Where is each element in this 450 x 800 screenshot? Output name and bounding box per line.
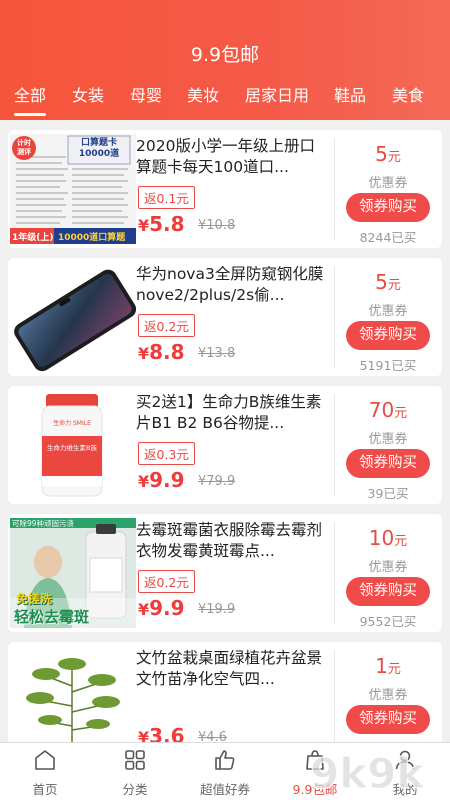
coupon-label: 优惠券 bbox=[368, 560, 408, 575]
tabbar-label: 分类 bbox=[122, 782, 148, 797]
product-card[interactable]: 可除99种顽固污渍 免搓洗 轻松去霉斑 去霉斑霉菌衣服除霉去霉剂衣物发霉黄斑霉点… bbox=[8, 514, 442, 632]
grid-icon bbox=[125, 750, 145, 770]
coupon-value: 70元 bbox=[368, 398, 408, 422]
thumb-banner: 10000道口算题 bbox=[58, 233, 126, 243]
product-card[interactable]: 生命力 SMILE 生命力维生素B族 买2送1】生命力B族维生素片B1 B2 B… bbox=[8, 386, 442, 504]
product-name[interactable]: 去霉斑霉菌衣服除霉去霉剂衣物发霉黄斑霉点... bbox=[136, 520, 328, 564]
rebate-tag: 返0.2元 bbox=[138, 314, 195, 337]
product-image: 计时 测评 口算题卡 10000道 1年级(上) 10000道口算题 bbox=[10, 134, 136, 244]
product-image bbox=[10, 646, 136, 756]
product-card[interactable]: 华为nova3全屏防窥钢化膜nove2/2plus/2s偷... 返0.2元 ¥… bbox=[8, 258, 442, 376]
current-price: ¥8.8 bbox=[138, 340, 185, 364]
tab-womens[interactable]: 女装 bbox=[72, 82, 104, 106]
thumb-grade: 1年级(上) bbox=[12, 233, 54, 243]
get-coupon-buy-button[interactable]: 领券购买 bbox=[346, 705, 430, 734]
bottle-brand: 生命力 SMILE bbox=[53, 420, 91, 427]
product-name[interactable]: 买2送1】生命力B族维生素片B1 B2 B6谷物提... bbox=[136, 392, 328, 436]
get-coupon-buy-button[interactable]: 领券购买 bbox=[346, 449, 430, 478]
coupon-label: 优惠券 bbox=[368, 176, 408, 191]
active-tab-indicator bbox=[14, 113, 46, 116]
rebate-tag: 返0.3元 bbox=[138, 442, 195, 465]
coupon-label: 优惠券 bbox=[368, 304, 408, 319]
thumb-bottom-text: 轻松去霉斑 bbox=[14, 608, 90, 626]
coupon-value: 1元 bbox=[375, 654, 401, 678]
page-title: 9.9包邮 bbox=[190, 44, 260, 66]
tab-baby[interactable]: 母婴 bbox=[130, 82, 162, 106]
sold-count: 39已买 bbox=[367, 486, 409, 501]
tabbar-label: 首页 bbox=[32, 782, 58, 797]
coupon-value: 10元 bbox=[368, 526, 408, 550]
get-coupon-buy-button[interactable]: 领券购买 bbox=[346, 193, 430, 222]
coupon-value: 5元 bbox=[375, 142, 401, 166]
thumb-mid-text: 免搓洗 bbox=[16, 592, 53, 606]
sold-count: 9552已买 bbox=[359, 614, 417, 629]
bottle-label: 生命力维生素B族 bbox=[47, 444, 97, 452]
badge-text-bottom: 测评 bbox=[17, 148, 31, 156]
sold-count: 8244已买 bbox=[359, 230, 417, 245]
coupon-label: 优惠券 bbox=[368, 432, 408, 447]
get-coupon-buy-button[interactable]: 领券购买 bbox=[346, 577, 430, 606]
watermark-text: 9k9k bbox=[310, 749, 425, 798]
original-price: ¥13.8 bbox=[198, 346, 236, 361]
tabbar-item-coupons[interactable]: 超值好券 bbox=[180, 743, 270, 800]
watermark-logo: 9k9k bbox=[304, 744, 444, 799]
current-price: ¥9.9 bbox=[138, 468, 185, 492]
tabbar-item-home[interactable]: 首页 bbox=[0, 743, 90, 800]
product-name[interactable]: 2020版小学一年级上册口算题卡每天100道口... bbox=[136, 136, 328, 180]
category-tabs: 全部 女装 母婴 美妆 居家日用 鞋品 美食 bbox=[0, 82, 450, 112]
product-image: 可除99种顽固污渍 免搓洗 轻松去霉斑 bbox=[10, 518, 136, 628]
tabbar-label: 超值好券 bbox=[199, 782, 250, 797]
thumb-card-title: 口算题卡 bbox=[80, 138, 117, 148]
tab-shoes[interactable]: 鞋品 bbox=[334, 82, 366, 106]
sold-count: 5191已买 bbox=[359, 358, 417, 373]
original-price: ¥79.9 bbox=[198, 474, 236, 489]
tab-all[interactable]: 全部 bbox=[14, 82, 46, 106]
coupon-value: 5元 bbox=[375, 270, 401, 294]
current-price: ¥5.8 bbox=[138, 212, 185, 236]
header-bar: 9.9包邮 全部 女装 母婴 美妆 居家日用 鞋品 美食 bbox=[0, 0, 450, 120]
get-coupon-buy-button[interactable]: 领券购买 bbox=[346, 321, 430, 350]
product-card[interactable]: 计时 测评 口算题卡 10000道 1年级(上) 10000道口算题 2020版… bbox=[8, 130, 442, 248]
badge-text-top: 计时 bbox=[17, 139, 31, 147]
product-name[interactable]: 文竹盆栽桌面绿植花卉盆景文竹苗净化空气四... bbox=[136, 648, 328, 692]
thumb-top-text: 可除99种顽固污渍 bbox=[12, 519, 75, 528]
current-price: ¥9.9 bbox=[138, 596, 185, 620]
product-image bbox=[10, 262, 136, 372]
coupon-label: 优惠券 bbox=[368, 688, 408, 703]
rebate-tag: 返0.1元 bbox=[138, 186, 195, 209]
rebate-tag: 返0.2元 bbox=[138, 570, 195, 593]
thumbs-up-icon bbox=[215, 750, 235, 770]
product-image: 生命力 SMILE 生命力维生素B族 bbox=[10, 390, 136, 500]
thumb-card-sub: 10000道 bbox=[78, 149, 120, 159]
home-icon bbox=[35, 750, 55, 770]
tab-beauty[interactable]: 美妆 bbox=[187, 82, 219, 106]
tab-home[interactable]: 居家日用 bbox=[245, 82, 309, 106]
original-price: ¥10.8 bbox=[198, 218, 236, 233]
product-name[interactable]: 华为nova3全屏防窥钢化膜nove2/2plus/2s偷... bbox=[136, 264, 328, 308]
original-price: ¥19.9 bbox=[198, 602, 236, 617]
tabbar-item-category[interactable]: 分类 bbox=[90, 743, 180, 800]
tab-food[interactable]: 美食 bbox=[392, 82, 424, 106]
